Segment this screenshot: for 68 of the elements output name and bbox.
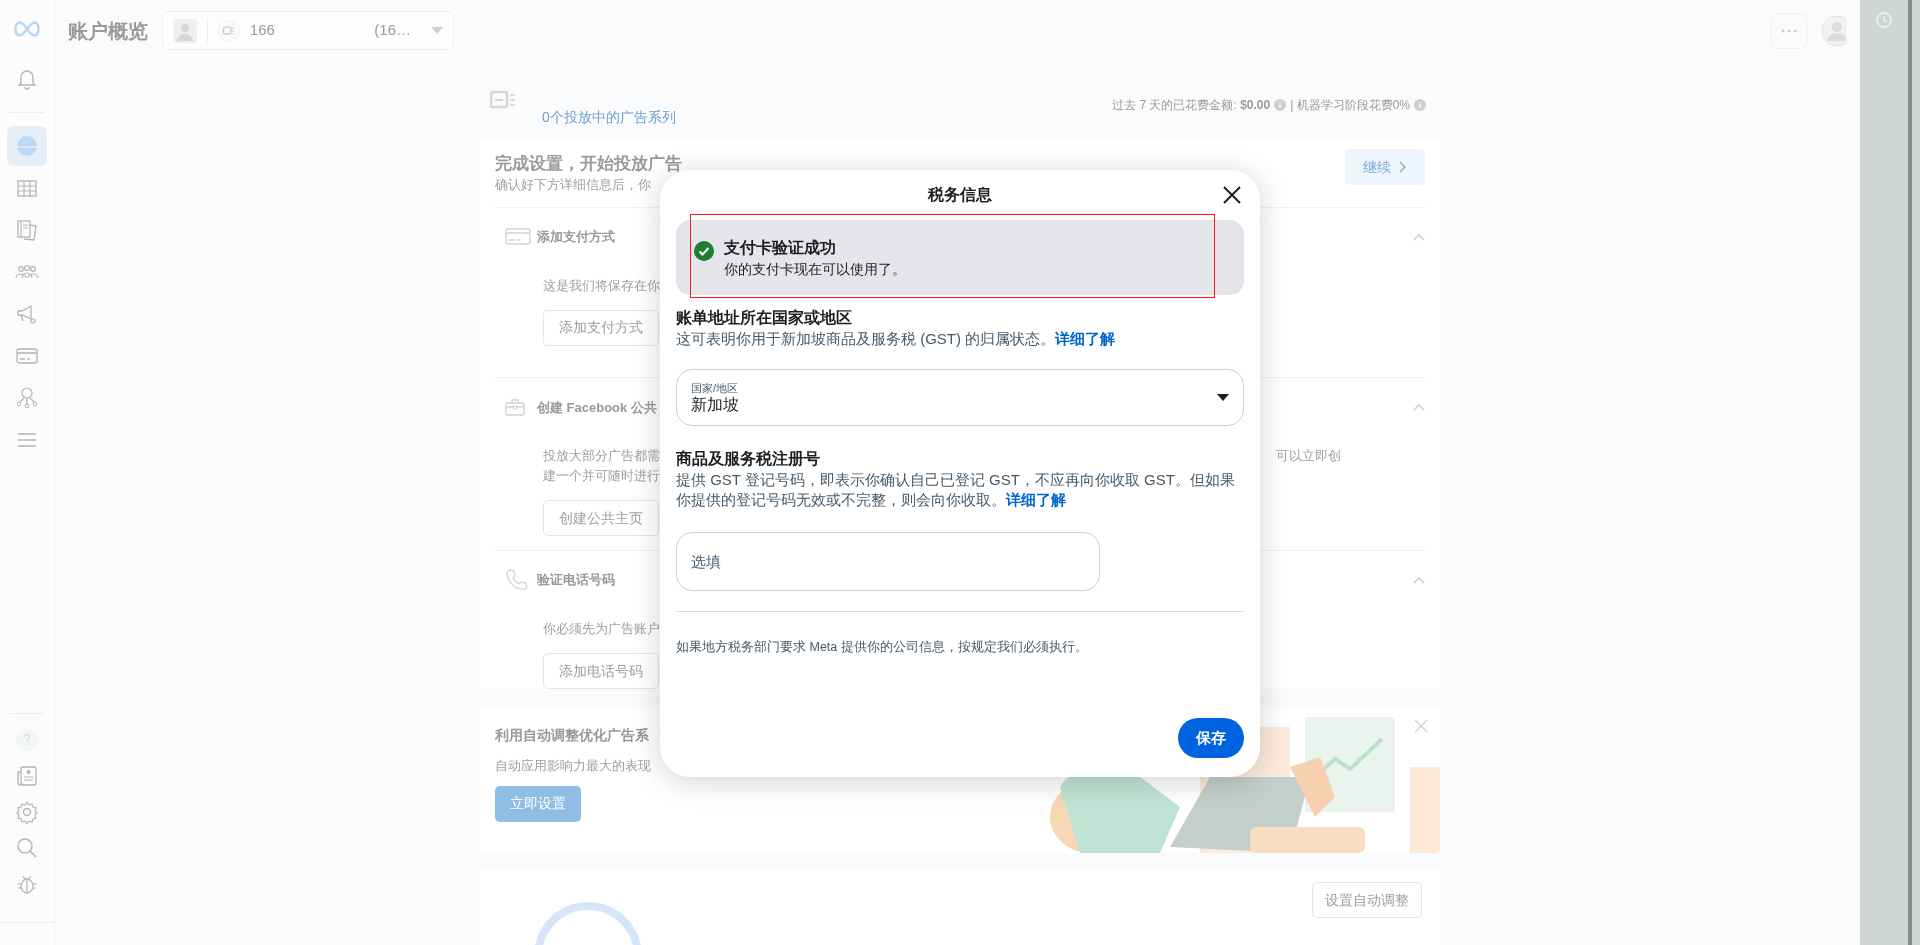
ad-account-icon bbox=[490, 90, 516, 110]
profile-avatar-icon bbox=[1821, 14, 1847, 47]
profile-button[interactable] bbox=[1821, 14, 1847, 47]
step-title: 验证电话号码 bbox=[537, 571, 615, 590]
step-title: 添加支付方式 bbox=[537, 227, 615, 246]
step-description: 你必须先为广告账户 bbox=[543, 620, 661, 638]
check-circle-icon bbox=[694, 240, 714, 261]
network-icon bbox=[15, 386, 39, 410]
phone-icon bbox=[505, 568, 529, 592]
info-icon bbox=[1274, 99, 1287, 111]
dialog-title: 税务信息 bbox=[928, 185, 992, 205]
gst-number-field[interactable]: 选填 bbox=[676, 532, 1100, 591]
continue-button[interactable]: 继续 bbox=[1345, 149, 1425, 185]
globe-icon bbox=[15, 134, 39, 158]
chevron-up-icon bbox=[1413, 403, 1425, 412]
step-description: 投放大部分广告都需 bbox=[543, 447, 661, 466]
campaign-count-text: 0个投放中的广告系列 bbox=[542, 107, 676, 127]
step-button[interactable]: 添加电话号码 bbox=[543, 653, 659, 689]
promo-description: 自动应用影响力最大的表现 bbox=[495, 757, 651, 775]
learn-more-link[interactable]: 详细了解 bbox=[1006, 491, 1066, 508]
bell-icon bbox=[15, 67, 39, 91]
promo-title: 利用自动调整优化广告系 bbox=[495, 726, 649, 745]
setup-now-button[interactable]: 立即设置 bbox=[495, 785, 581, 822]
megaphone-icon bbox=[15, 302, 39, 326]
chevron-up-icon bbox=[1413, 576, 1425, 584]
banner-message: 你的支付卡现在可以使用了。 bbox=[724, 259, 906, 279]
ad-account-icon bbox=[217, 19, 240, 42]
help-icon bbox=[15, 728, 39, 752]
infinity-logo-icon bbox=[14, 21, 40, 37]
newspaper-icon bbox=[15, 764, 39, 788]
credit-card-icon bbox=[505, 226, 531, 247]
banner-title: 支付卡验证成功 bbox=[724, 237, 837, 258]
save-button[interactable]: 保存 bbox=[1178, 718, 1244, 758]
learn-more-link[interactable]: 详细了解 bbox=[1055, 330, 1116, 347]
nav-button[interactable] bbox=[7, 126, 47, 166]
step-title: 创建 Facebook 公共 bbox=[537, 398, 657, 417]
account-selector[interactable]: 166 (16… bbox=[162, 11, 454, 50]
step-description: 这是我们将保存在你 bbox=[543, 276, 661, 295]
section-heading: 商品及服务税注册号 bbox=[676, 449, 821, 469]
documents-icon bbox=[15, 218, 39, 242]
close-icon bbox=[1223, 186, 1241, 204]
clock-icon bbox=[1876, 12, 1892, 28]
step-description: 可以立即创 bbox=[1276, 447, 1341, 466]
chevron-right-icon bbox=[1399, 161, 1407, 173]
setup-autotune-button[interactable]: 设置自动调整 bbox=[1312, 882, 1422, 918]
section-heading: 账单地址所在国家或地区 bbox=[676, 308, 853, 328]
user-avatar-icon bbox=[173, 18, 197, 43]
ml-spend-text: | 机器学习阶段花费0% bbox=[1290, 97, 1410, 114]
chevron-up-icon bbox=[1413, 232, 1425, 241]
country-select[interactable]: 国家/地区 新加坡 bbox=[676, 369, 1244, 426]
step-button[interactable]: 添加支付方式 bbox=[543, 309, 659, 346]
step-button[interactable]: 创建公共主页 bbox=[543, 500, 659, 537]
more-icon bbox=[1781, 28, 1797, 33]
more-button[interactable] bbox=[1771, 12, 1807, 49]
settings-icon bbox=[15, 800, 39, 824]
footer-note: 如果地方税务部门要求 Meta 提供你的公司信息，按规定我们必须执行。 bbox=[676, 639, 1089, 656]
dropdown-caret-icon bbox=[1217, 394, 1229, 401]
info-icon bbox=[1414, 99, 1426, 111]
card-subtitle: 确认好下方详细信息后，你 bbox=[495, 176, 651, 194]
close-icon bbox=[1414, 719, 1428, 733]
spend-summary-text: 过去 7 天的已花费金额: $0.00 bbox=[1112, 97, 1271, 114]
section-description: 这可表明你用于新加坡商品及服务税 (GST) 的归属状态。详细了解 bbox=[676, 329, 1117, 349]
page-title: 账户概览 bbox=[68, 18, 148, 44]
search-icon bbox=[15, 836, 39, 860]
section-description: 提供 GST 登记号码，即表示你确认自己已登记 GST，不应再向你收取 GST。但如果你提供的登记号码无效或不完整，则会向你收取。详细了解 bbox=[676, 470, 1236, 510]
dropdown-caret-icon bbox=[431, 26, 443, 35]
card-title: 完成设置，开始投放广告 bbox=[495, 153, 682, 175]
briefcase-icon bbox=[505, 398, 525, 417]
